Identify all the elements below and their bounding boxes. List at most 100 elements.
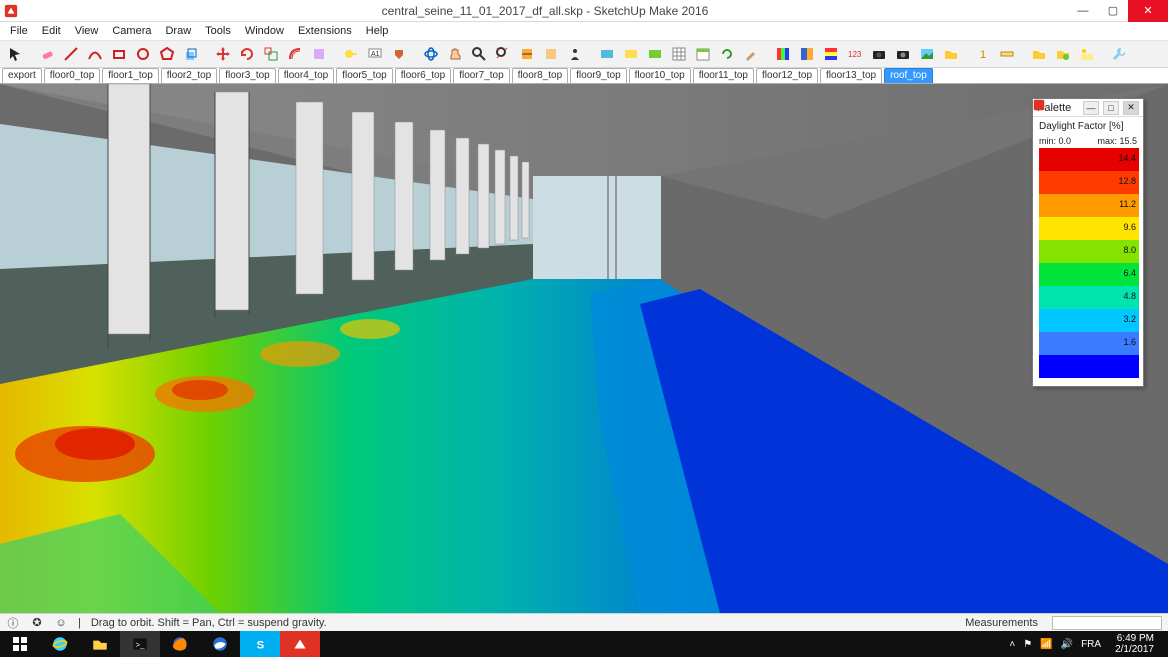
scene-tab[interactable]: floor10_top [629, 68, 691, 83]
offset-tool-icon[interactable] [284, 43, 306, 65]
minimize-button[interactable]: — [1068, 0, 1098, 22]
start-button[interactable] [0, 631, 40, 657]
ext-1-icon[interactable] [596, 43, 618, 65]
measurements-input[interactable] [1052, 616, 1162, 630]
select-tool-icon[interactable] [4, 43, 26, 65]
scene-tab[interactable]: floor12_top [756, 68, 818, 83]
ruler-icon[interactable] [996, 43, 1018, 65]
zoom-tool-icon[interactable] [468, 43, 490, 65]
window-title: central_seine_11_01_2017_df_all.skp - Sk… [22, 4, 1068, 18]
rotate-tool-icon[interactable] [236, 43, 258, 65]
scene-tab[interactable]: floor5_top [336, 68, 392, 83]
menu-extensions[interactable]: Extensions [292, 24, 358, 38]
scene-tab[interactable]: floor2_top [161, 68, 217, 83]
folder-icon[interactable] [940, 43, 962, 65]
close-button[interactable]: ✕ [1128, 0, 1168, 22]
arc-tool-icon[interactable] [84, 43, 106, 65]
sun-icon[interactable] [1076, 43, 1098, 65]
scene-tab[interactable]: floor7_top [453, 68, 509, 83]
palette-close-button[interactable]: ✕ [1123, 101, 1139, 115]
statusbar: ⓘ ✪ ☺ | Drag to orbit. Shift = Pan, Ctrl… [0, 613, 1168, 631]
scene-tab[interactable]: floor9_top [570, 68, 626, 83]
menu-window[interactable]: Window [239, 24, 290, 38]
ext-2-icon[interactable] [620, 43, 642, 65]
tape-tool-icon[interactable] [340, 43, 362, 65]
ext-3-icon[interactable] [644, 43, 666, 65]
one-icon[interactable]: 1 [972, 43, 994, 65]
followme-tool-icon[interactable] [308, 43, 330, 65]
text-tool-icon[interactable]: A1 [364, 43, 386, 65]
palette-3-icon[interactable] [820, 43, 842, 65]
palette-panel[interactable]: Palette — □ ✕ Daylight Factor [%] min: 0… [1032, 98, 1144, 387]
tray-flag-icon[interactable]: ⚑ [1023, 639, 1032, 650]
palette-minimize-button[interactable]: — [1083, 101, 1099, 115]
menu-view[interactable]: View [69, 24, 105, 38]
palette-maximize-button[interactable]: □ [1103, 101, 1119, 115]
menu-tools[interactable]: Tools [199, 24, 237, 38]
palette-titlebar[interactable]: Palette — □ ✕ [1033, 99, 1143, 117]
folder3-icon[interactable] [1052, 43, 1074, 65]
tray-clock[interactable]: 6:49 PM 2/1/2017 [1109, 633, 1160, 655]
tray-network-icon[interactable]: 📶 [1040, 639, 1052, 650]
palette-1-icon[interactable] [772, 43, 794, 65]
camera-icon[interactable] [868, 43, 890, 65]
scene-tab[interactable]: floor4_top [278, 68, 334, 83]
scale-tool-icon[interactable] [260, 43, 282, 65]
eraser-tool-icon[interactable] [36, 43, 58, 65]
ext-grid-icon[interactable] [668, 43, 690, 65]
rectangle-tool-icon[interactable] [108, 43, 130, 65]
menu-camera[interactable]: Camera [106, 24, 157, 38]
help-icon[interactable]: ⓘ [6, 616, 20, 630]
walk-tool-icon[interactable] [540, 43, 562, 65]
tray-volume-icon[interactable]: 🔊 [1061, 639, 1073, 650]
menu-edit[interactable]: Edit [36, 24, 67, 38]
taskbar-terminal-icon[interactable]: >_ [120, 631, 160, 657]
camera2-icon[interactable] [892, 43, 914, 65]
system-tray[interactable]: ˄ ⚑ 📶 🔊 FRA 6:49 PM 2/1/2017 [1001, 633, 1168, 655]
scene-tab[interactable]: floor6_top [395, 68, 451, 83]
polygon-tool-icon[interactable] [156, 43, 178, 65]
ext-brush-icon[interactable] [740, 43, 762, 65]
scene-tab-active[interactable]: roof_top [884, 68, 933, 83]
wrench-icon[interactable] [1108, 43, 1130, 65]
ext-refresh-icon[interactable] [716, 43, 738, 65]
scene-tab[interactable]: export [2, 68, 42, 83]
taskbar-skype-icon[interactable]: S [240, 631, 280, 657]
numbers-123-icon[interactable]: 123 [844, 43, 866, 65]
image-icon[interactable] [916, 43, 938, 65]
person-icon[interactable]: ☺ [54, 616, 68, 630]
zoom-extents-icon[interactable] [492, 43, 514, 65]
scene-tab[interactable]: floor1_top [102, 68, 158, 83]
scene-tab[interactable]: floor13_top [820, 68, 882, 83]
line-tool-icon[interactable] [60, 43, 82, 65]
scene-tab[interactable]: floor8_top [512, 68, 568, 83]
scene-tab[interactable]: floor3_top [219, 68, 275, 83]
move-tool-icon[interactable] [212, 43, 234, 65]
taskbar-thunderbird-icon[interactable] [200, 631, 240, 657]
section-tool-icon[interactable] [516, 43, 538, 65]
menu-help[interactable]: Help [360, 24, 395, 38]
menu-draw[interactable]: Draw [159, 24, 197, 38]
circle-tool-icon[interactable] [132, 43, 154, 65]
taskbar-explorer-icon[interactable] [80, 631, 120, 657]
orbit-tool-icon[interactable] [420, 43, 442, 65]
menu-file[interactable]: File [4, 24, 34, 38]
ext-cal-icon[interactable] [692, 43, 714, 65]
palette-2-icon[interactable] [796, 43, 818, 65]
viewport[interactable]: Palette — □ ✕ Daylight Factor [%] min: 0… [0, 84, 1168, 613]
tray-chevron-icon[interactable]: ˄ [1009, 639, 1015, 650]
folder2-icon[interactable] [1028, 43, 1050, 65]
scene-tab[interactable]: floor0_top [44, 68, 100, 83]
status-hint: Drag to orbit. Shift = Pan, Ctrl = suspe… [91, 617, 955, 629]
taskbar-firefox-icon[interactable] [160, 631, 200, 657]
pan-tool-icon[interactable] [444, 43, 466, 65]
pushpull-tool-icon[interactable] [180, 43, 202, 65]
scene-tab[interactable]: floor11_top [693, 68, 754, 83]
paint-tool-icon[interactable] [388, 43, 410, 65]
taskbar-sketchup-icon[interactable] [280, 631, 320, 657]
position-camera-icon[interactable] [564, 43, 586, 65]
tray-lang[interactable]: FRA [1081, 639, 1101, 650]
geo-icon[interactable]: ✪ [30, 616, 44, 630]
taskbar-ie-icon[interactable] [40, 631, 80, 657]
maximize-button[interactable]: ▢ [1098, 0, 1128, 22]
